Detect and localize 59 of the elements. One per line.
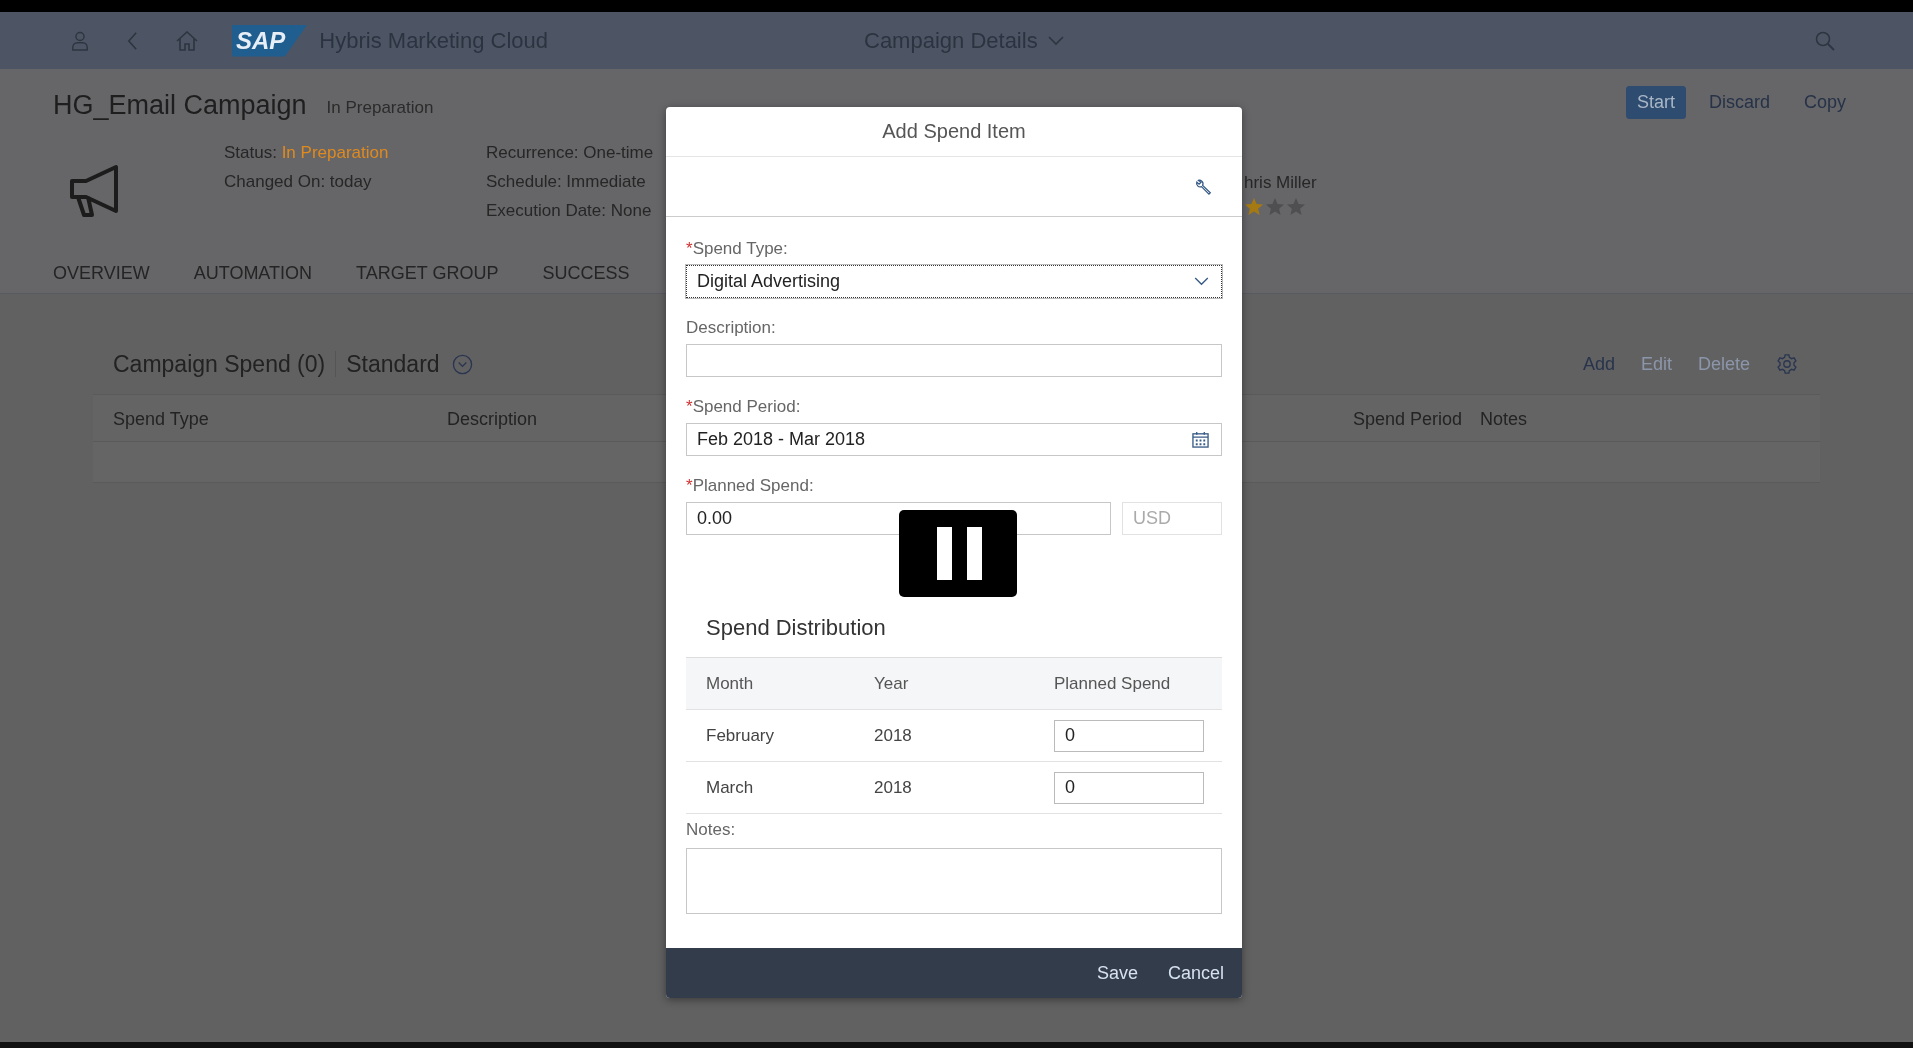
amount-field[interactable]: 0	[1054, 719, 1204, 752]
home-icon[interactable]	[176, 30, 198, 51]
tab[interactable]: TARGET GROUP	[356, 262, 499, 284]
column-header: Month	[706, 673, 755, 694]
action-button[interactable]: Discard	[1697, 85, 1781, 119]
chevron-icon	[1047, 35, 1064, 46]
fact-text: Execution Date: None	[486, 201, 653, 221]
action-button[interactable]: Start	[1625, 85, 1686, 119]
dialog-title: Add Spend Item	[882, 120, 1026, 143]
table-cell-text: 2018	[874, 777, 913, 798]
settings-icon[interactable]	[1776, 353, 1798, 375]
tab[interactable]: OVERVIEW	[53, 262, 150, 284]
calendar-icon[interactable]	[1192, 431, 1209, 448]
field-label: *Planned Spend:	[686, 476, 814, 496]
wrench-icon[interactable]	[1195, 177, 1213, 196]
date-range-field[interactable]: Feb 2018 - Mar 2018	[686, 423, 1222, 456]
table-title: Campaign Spend (0)	[113, 350, 326, 378]
logo: SAP	[232, 24, 308, 57]
column-header: Year	[874, 673, 910, 694]
fact-text: Changed On: today	[224, 172, 373, 192]
column-header: Spend Period	[1353, 409, 1463, 430]
field-label: *Spend Type:	[686, 239, 788, 259]
field-label: *Spend Period:	[686, 397, 801, 417]
amount-field[interactable]: 0	[1054, 771, 1204, 804]
footer-button[interactable]: Save	[1088, 958, 1146, 988]
column-header: Notes	[1480, 409, 1528, 430]
fact-text: Recurrence: One-time	[486, 143, 655, 163]
star-icon	[1244, 197, 1264, 216]
variant-selector[interactable]: Standard	[346, 350, 473, 378]
field-label: Description:	[686, 318, 776, 338]
table-cell-text: February	[706, 725, 776, 746]
notes-field[interactable]	[686, 848, 1222, 914]
section-title: Spend Distribution	[706, 615, 887, 641]
column-header: Planned Spend	[1054, 673, 1172, 694]
campaign-title: HG_Email Campaign	[53, 89, 307, 121]
action-button[interactable]: Copy	[1792, 85, 1857, 119]
owner-name: hris Miller	[1244, 173, 1317, 193]
star-icon	[1286, 197, 1306, 216]
campaign-state: In Preparation	[326, 98, 434, 118]
description-field[interactable]	[686, 344, 1222, 377]
currency-field: USD	[1122, 502, 1222, 535]
toolbar-button[interactable]: Add	[1582, 353, 1615, 375]
tab[interactable]: AUTOMATION	[193, 262, 313, 284]
fact-text: Status: In Preparation	[224, 143, 390, 163]
tab[interactable]: SUCCESS	[542, 262, 630, 284]
footer-button[interactable]: Cancel	[1159, 958, 1232, 988]
chevron-icon	[1194, 277, 1209, 286]
star-icon	[1265, 197, 1285, 216]
table-cell-text: 2018	[874, 725, 913, 746]
spend-type-select[interactable]: Digital Advertising	[686, 265, 1222, 298]
table-cell-text: March	[706, 777, 755, 798]
back-icon[interactable]	[127, 30, 138, 51]
search-icon[interactable]	[1815, 30, 1835, 51]
column-header: Spend Type	[113, 409, 209, 430]
fact-text: Schedule: Immediate	[486, 172, 647, 192]
field-label: Notes:	[686, 820, 736, 840]
user-icon[interactable]	[71, 29, 89, 52]
dropdown-icon	[451, 353, 473, 375]
column-header: Description	[447, 409, 538, 430]
